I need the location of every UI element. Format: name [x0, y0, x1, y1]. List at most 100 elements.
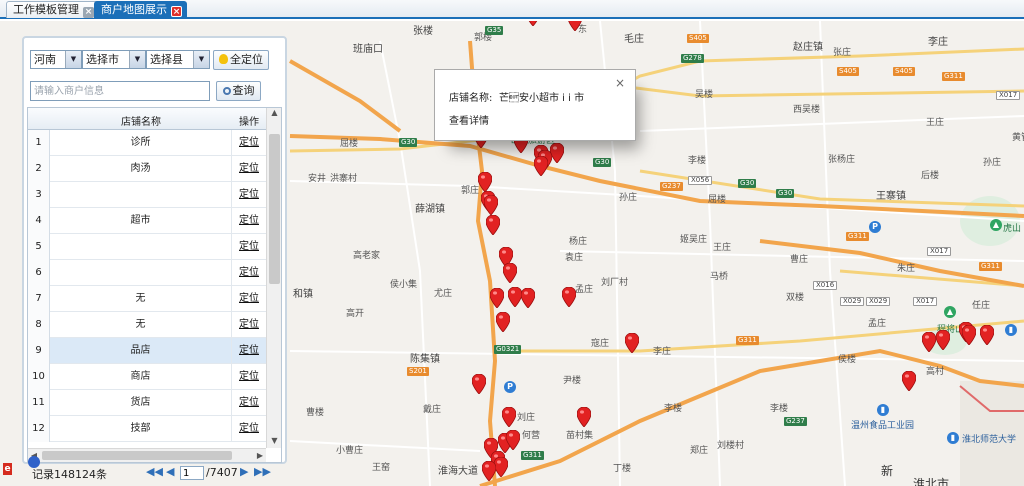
locate-link[interactable]: 定位: [232, 312, 266, 338]
city-select[interactable]: 选择市 ▼: [82, 50, 146, 69]
close-icon[interactable]: ×: [171, 6, 182, 17]
tab-label: 工作模板管理: [13, 3, 79, 16]
store-name-cell: 肉汤: [50, 156, 232, 182]
merchant-marker-icon[interactable]: [561, 286, 577, 308]
county-select[interactable]: 选择县 ▼: [146, 50, 210, 69]
merchant-marker-icon[interactable]: [533, 155, 549, 177]
previous-page-icon[interactable]: ◀: [166, 465, 174, 478]
merchant-marker-icon[interactable]: [501, 406, 517, 428]
locate-link[interactable]: 定位: [232, 260, 266, 286]
table-row[interactable]: 2 肉汤 定位: [28, 156, 266, 182]
merchant-marker-icon[interactable]: [502, 262, 518, 284]
merchant-search-input[interactable]: [30, 81, 210, 101]
merchant-marker-icon[interactable]: [481, 460, 497, 482]
close-icon[interactable]: ×: [83, 7, 94, 18]
map-place-label: 西吴楼: [793, 105, 821, 115]
merchant-marker-icon[interactable]: [935, 329, 951, 351]
merchant-marker-icon[interactable]: [507, 286, 523, 308]
table-row[interactable]: 4 超市 定位: [28, 208, 266, 234]
locate-link[interactable]: 定位: [232, 364, 266, 390]
view-details-link[interactable]: 查看详情: [449, 112, 489, 127]
horizontal-scrollbar[interactable]: ◀ ▶: [28, 448, 266, 462]
scroll-up-icon[interactable]: ▲: [267, 108, 281, 120]
table-row[interactable]: 5 定位: [28, 234, 266, 260]
map-place-label: 张杨庄: [828, 155, 856, 165]
building-icon[interactable]: ▮: [947, 432, 959, 444]
merchant-marker-icon[interactable]: [576, 406, 592, 428]
map-place-label: 尹楼: [563, 376, 582, 386]
road-number-shield: G0321: [494, 345, 522, 354]
locate-link[interactable]: 定位: [232, 156, 266, 182]
merchant-marker-icon[interactable]: [477, 171, 493, 193]
locate-link[interactable]: 定位: [232, 182, 266, 208]
merchant-marker-icon[interactable]: [489, 287, 505, 309]
province-select[interactable]: 河南 ▼: [30, 50, 82, 69]
scenic-area-icon[interactable]: ▲: [990, 219, 1002, 231]
chevron-down-icon: ▼: [193, 51, 209, 68]
merchant-marker-icon[interactable]: [483, 194, 499, 216]
table-row[interactable]: 6 定位: [28, 260, 266, 286]
locate-link[interactable]: 定位: [232, 130, 266, 156]
locate-link[interactable]: 定位: [232, 416, 266, 442]
map-place-label: 班庙口: [353, 44, 383, 55]
scroll-down-icon[interactable]: ▼: [267, 436, 281, 448]
search-button[interactable]: 查询: [216, 81, 261, 101]
page-number-input[interactable]: [180, 466, 204, 480]
gas-station-icon[interactable]: P: [869, 221, 881, 233]
map-place-label: 屈楼: [340, 139, 359, 149]
map-place-label: 杨庄: [569, 237, 588, 247]
first-page-icon[interactable]: ◀◀: [146, 465, 163, 478]
scroll-right-icon[interactable]: ▶: [254, 449, 266, 462]
map-place-label: 孙庄: [983, 158, 1002, 168]
table-row[interactable]: 12 技部 定位: [28, 416, 266, 442]
merchant-marker-icon[interactable]: [493, 456, 509, 478]
merchant-marker-icon[interactable]: [979, 324, 995, 346]
locate-link[interactable]: 定位: [232, 338, 266, 364]
next-page-icon[interactable]: ▶: [240, 465, 248, 478]
scenic-area-icon[interactable]: ▲: [944, 306, 956, 318]
locate-link[interactable]: 定位: [232, 390, 266, 416]
store-name-cell: [50, 234, 232, 260]
table-row[interactable]: 3 定位: [28, 182, 266, 208]
map-place-label: 袁庄: [565, 253, 584, 263]
scrollbar-thumb[interactable]: [269, 134, 280, 284]
tab-merchant-map[interactable]: 商户地图展示 ×: [94, 1, 187, 18]
merchant-marker-icon[interactable]: [520, 287, 536, 309]
map-place-label: 尤庄: [434, 289, 453, 299]
building-icon[interactable]: ▮: [877, 404, 889, 416]
total-pages: /7407: [206, 466, 238, 479]
locate-link[interactable]: 定位: [232, 286, 266, 312]
merchant-marker-icon[interactable]: [471, 373, 487, 395]
gas-station-icon[interactable]: P: [504, 381, 516, 393]
last-page-icon[interactable]: ▶▶: [254, 465, 271, 478]
map-place-label: 刘厂村: [601, 278, 629, 288]
table-row[interactable]: 7 无定位: [28, 286, 266, 312]
merchant-marker-icon[interactable]: [526, 21, 540, 27]
province-value: 河南: [34, 53, 56, 66]
merchant-marker-icon[interactable]: [549, 142, 565, 164]
merchant-marker-icon[interactable]: [505, 429, 521, 451]
table-row[interactable]: 9 品店 定位: [28, 338, 266, 364]
table-row[interactable]: 1 诊所 定位: [28, 130, 266, 156]
scrollbar-thumb[interactable]: [42, 451, 232, 460]
merchant-marker-icon[interactable]: [485, 214, 501, 236]
map-place-label: 刘楼村: [717, 441, 745, 451]
merchant-marker-icon[interactable]: [495, 311, 511, 333]
close-icon[interactable]: ×: [615, 76, 625, 90]
locate-link[interactable]: 定位: [232, 234, 266, 260]
vertical-scrollbar[interactable]: ▲ ▼: [266, 108, 281, 448]
building-icon[interactable]: ▮: [1005, 324, 1017, 336]
map-place-label: 李楼: [688, 156, 707, 166]
locate-link[interactable]: 定位: [232, 208, 266, 234]
merchant-marker-icon[interactable]: [901, 370, 917, 392]
table-row[interactable]: 8 无定位: [28, 312, 266, 338]
tab-template-management[interactable]: 工作模板管理 ×: [6, 1, 99, 18]
table-row[interactable]: 10 商店 定位: [28, 364, 266, 390]
merchant-marker-icon[interactable]: [961, 324, 977, 346]
merchant-marker-icon[interactable]: [921, 331, 937, 353]
merchant-marker-icon[interactable]: [624, 332, 640, 354]
map-place-label: 赵庄镇: [793, 42, 823, 53]
table-row[interactable]: 11 货店 定位: [28, 390, 266, 416]
merchant-marker-icon[interactable]: [568, 21, 582, 32]
locate-all-button[interactable]: 全定位: [213, 50, 269, 70]
